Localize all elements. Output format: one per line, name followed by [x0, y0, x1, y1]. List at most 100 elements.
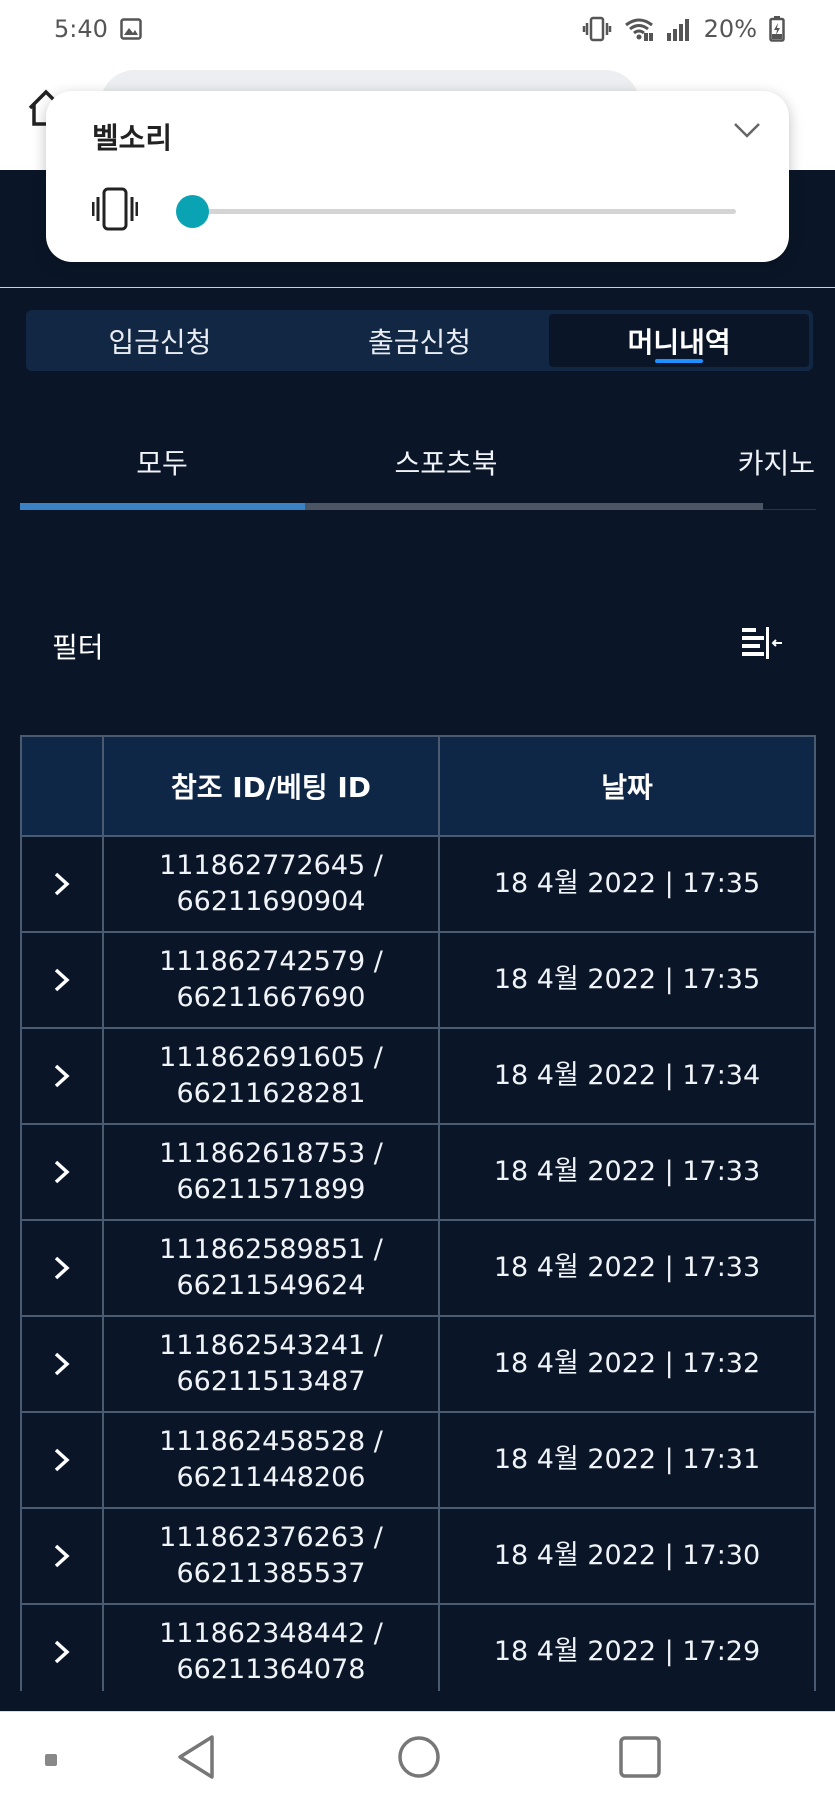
cell-date: 18 4월 2022 | 17:29 [493, 1636, 761, 1667]
volume-slider[interactable] [176, 191, 736, 231]
bet-id: 66211690904 [176, 886, 366, 917]
tab-money-history[interactable]: 머니내역 [549, 314, 810, 367]
ref-id: 111862458528 / [159, 1426, 383, 1457]
header-date: 날짜 [601, 771, 653, 804]
ref-id: 111862376263 / [159, 1522, 383, 1553]
status-right: 20% [582, 15, 785, 43]
table-row[interactable]: 111862543241 / 66211513487 18 4월 2022 | 17… [22, 1317, 814, 1413]
table-row[interactable]: 111862348442 / 66211364078 18 4월 2022 | 17… [22, 1605, 814, 1691]
ref-id: 111862589851 / [159, 1234, 383, 1265]
subtab-casino[interactable]: 카지노 [588, 420, 815, 504]
cell-ref-bet-id: 111862458528 / 66211448206 [104, 1413, 440, 1507]
vibrate-icon [582, 16, 612, 42]
ref-id: 111862543241 / [159, 1330, 383, 1361]
ref-id: 111862691605 / [159, 1042, 383, 1073]
subtab-active-indicator [20, 503, 305, 510]
cell-date: 18 4월 2022 | 17:35 [493, 868, 761, 899]
table-row[interactable]: 111862618753 / 66211571899 18 4월 2022 | 17… [22, 1125, 814, 1221]
header-ref-bet-id: 참조 ID/베팅 ID [104, 737, 440, 835]
tab-deposit-request[interactable]: 입금신청 [30, 314, 290, 367]
table-row[interactable]: 111862589851 / 66211549624 18 4월 2022 | 17… [22, 1221, 814, 1317]
filter-toggle-icon[interactable] [740, 625, 784, 667]
bet-id: 66211513487 [176, 1366, 366, 1397]
chevron-right-icon[interactable] [22, 1317, 104, 1411]
ref-bet-id-text: 111862348442 / 66211364078 [159, 1616, 383, 1688]
ref-bet-id-text: 111862543241 / 66211513487 [159, 1328, 383, 1400]
cell-date: 18 4월 2022 | 17:35 [493, 964, 761, 995]
chevron-right-icon[interactable] [22, 1029, 104, 1123]
recents-icon[interactable] [618, 1734, 662, 1784]
ref-bet-id-text: 111862589851 / 66211549624 [159, 1232, 383, 1304]
main-tabs: 입금신청 출금신청 머니내역 [26, 310, 813, 371]
back-icon[interactable] [176, 1734, 216, 1784]
table-row[interactable]: 111862742579 / 66211667690 18 4월 2022 | 17… [22, 933, 814, 1029]
ref-bet-id-text: 111862772645 / 66211690904 [159, 848, 383, 920]
chevron-right-icon[interactable] [22, 1221, 104, 1315]
table-row[interactable]: 111862376263 / 66211385537 18 4월 2022 | 17… [22, 1509, 814, 1605]
chevron-right-icon[interactable] [22, 837, 104, 931]
cell-ref-bet-id: 111862772645 / 66211690904 [104, 837, 440, 931]
cell-date: 18 4월 2022 | 17:34 [493, 1060, 761, 1091]
cell-ref-bet-id: 111862691605 / 66211628281 [104, 1029, 440, 1123]
wifi-icon [624, 17, 654, 41]
bet-id: 66211571899 [176, 1174, 366, 1205]
ref-id: 111862742579 / [159, 946, 383, 977]
bet-id: 66211628281 [176, 1078, 366, 1109]
battery-percent: 20% [703, 15, 757, 43]
bet-id: 66211385537 [176, 1558, 366, 1589]
volume-slider-track [186, 209, 736, 214]
cell-ref-bet-id: 111862618753 / 66211571899 [104, 1125, 440, 1219]
nav-indicator-dot [45, 1754, 57, 1766]
volume-panel-title: 벨소리 [92, 121, 173, 155]
ref-bet-id-text: 111862618753 / 66211571899 [159, 1136, 383, 1208]
bet-id: 66211667690 [176, 982, 366, 1013]
chevron-right-icon[interactable] [22, 1509, 104, 1603]
ref-bet-id-text: 111862691605 / 66211628281 [159, 1040, 383, 1112]
chevron-down-icon[interactable] [733, 121, 761, 143]
bet-id: 66211448206 [176, 1462, 366, 1493]
table-row[interactable]: 111862691605 / 66211628281 18 4월 2022 | 17… [22, 1029, 814, 1125]
bet-id: 66211364078 [176, 1654, 366, 1685]
status-left: 5:40 [54, 15, 142, 43]
table-header: 참조 ID/베팅 ID 날짜 [22, 735, 814, 837]
cell-date: 18 4월 2022 | 17:30 [493, 1540, 761, 1571]
vibrate-mode-icon[interactable] [91, 187, 139, 235]
cell-ref-bet-id: 111862589851 / 66211549624 [104, 1221, 440, 1315]
volume-panel[interactable]: 벨소리 [46, 91, 789, 262]
chevron-right-icon[interactable] [22, 1413, 104, 1507]
cell-ref-bet-id: 111862742579 / 66211667690 [104, 933, 440, 1027]
filter-label: 필터 [52, 631, 104, 664]
battery-icon [769, 16, 785, 42]
home-nav-icon[interactable] [397, 1734, 441, 1784]
table-body: 111862772645 / 66211690904 18 4월 2022 | 17… [22, 837, 814, 1691]
cell-ref-bet-id: 111862376263 / 66211385537 [104, 1509, 440, 1603]
subtab-divider [763, 509, 816, 510]
table-row[interactable]: 111862772645 / 66211690904 18 4월 2022 | 17… [22, 837, 814, 933]
ref-id: 111862772645 / [159, 850, 383, 881]
money-history-table: 참조 ID/베팅 ID 날짜 111862772645 / 66211690904… [20, 735, 816, 1691]
cell-date: 18 4월 2022 | 17:32 [493, 1348, 761, 1379]
bet-id: 66211549624 [176, 1270, 366, 1301]
subtab-sportsbook[interactable]: 스포츠북 [304, 420, 588, 504]
cell-ref-bet-id: 111862348442 / 66211364078 [104, 1605, 440, 1691]
status-time: 5:40 [54, 15, 108, 43]
chevron-right-icon[interactable] [22, 933, 104, 1027]
chevron-right-icon[interactable] [22, 1125, 104, 1219]
image-icon [120, 18, 142, 40]
subtab-all[interactable]: 모두 [20, 420, 304, 504]
chevron-right-icon[interactable] [22, 1605, 104, 1691]
ref-bet-id-text: 111862742579 / 66211667690 [159, 944, 383, 1016]
ref-bet-id-text: 111862458528 / 66211448206 [159, 1424, 383, 1496]
tab-withdraw-request[interactable]: 출금신청 [290, 314, 550, 367]
navigation-bar [0, 1711, 835, 1809]
ref-id: 111862348442 / [159, 1618, 383, 1649]
header-expand [22, 737, 104, 835]
cell-date: 18 4월 2022 | 17:33 [493, 1252, 761, 1283]
cell-ref-bet-id: 111862543241 / 66211513487 [104, 1317, 440, 1411]
cell-date: 18 4월 2022 | 17:31 [493, 1444, 761, 1475]
cell-date: 18 4월 2022 | 17:33 [493, 1156, 761, 1187]
ref-bet-id-text: 111862376263 / 66211385537 [159, 1520, 383, 1592]
volume-slider-thumb[interactable] [176, 195, 209, 228]
signal-icon [666, 17, 692, 41]
table-row[interactable]: 111862458528 / 66211448206 18 4월 2022 | 17… [22, 1413, 814, 1509]
